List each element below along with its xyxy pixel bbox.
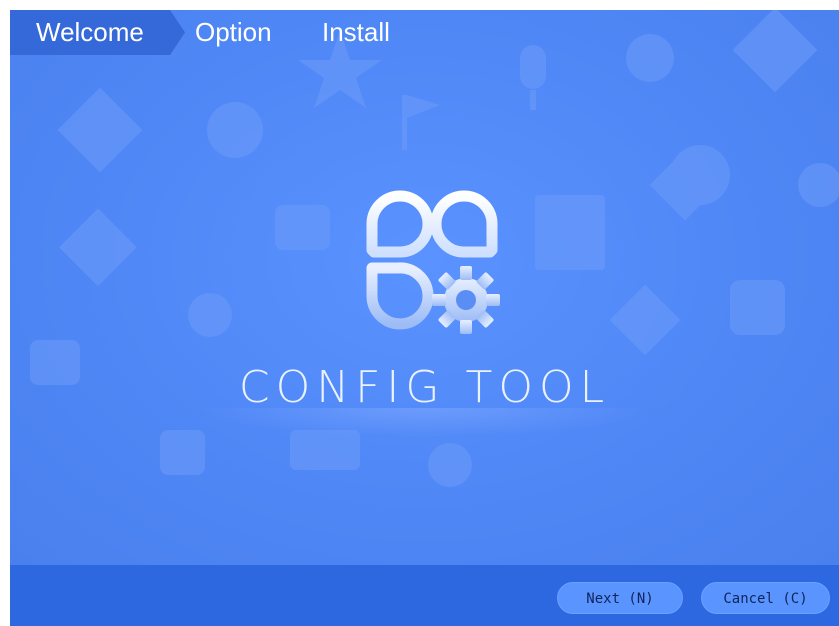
step-option: Option xyxy=(195,17,272,47)
config-tool-logo-icon xyxy=(366,190,500,334)
title-reflection xyxy=(190,408,660,438)
app-title: CONFIG TOOL xyxy=(238,362,611,413)
cancel-button[interactable]: Cancel (C) xyxy=(701,582,830,614)
step-welcome: Welcome xyxy=(36,17,144,47)
footer-bar: Next (N) Cancel (C) xyxy=(10,565,839,626)
welcome-panel: Welcome Option Install CONFIG TOOL xyxy=(10,10,839,565)
installer-window: Welcome Option Install CONFIG TOOL Next … xyxy=(10,10,839,626)
wizard-steps: Welcome Option Install xyxy=(10,10,839,55)
next-button[interactable]: Next (N) xyxy=(557,582,683,614)
step-install: Install xyxy=(322,17,390,47)
